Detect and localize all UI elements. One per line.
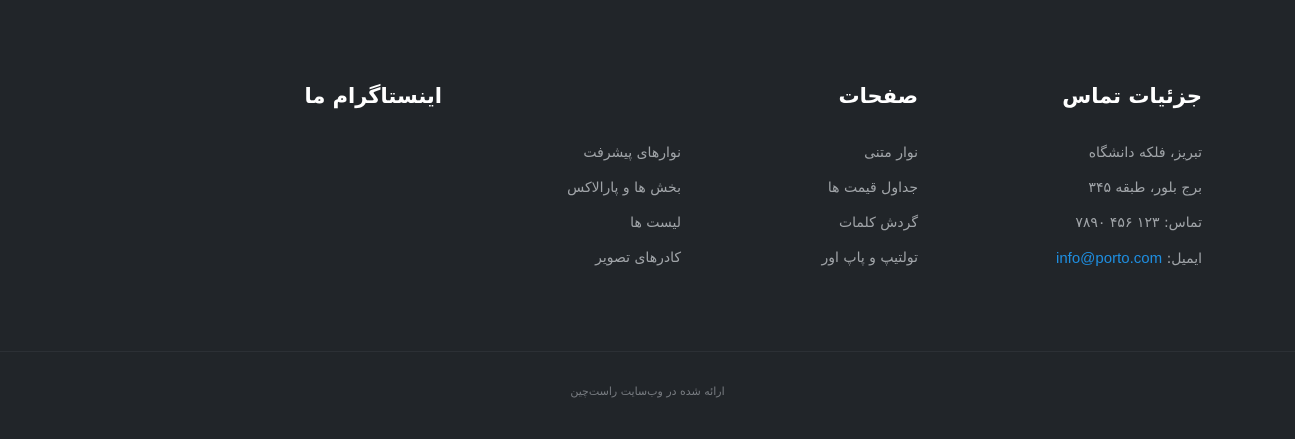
address-line-1: تبریز، فلکه دانشگاه	[1088, 145, 1202, 161]
list-item: نوار متنی	[718, 136, 918, 171]
page-link[interactable]: جداول قیمت ها	[828, 180, 918, 196]
pages-section-2: نوارهای پیشرفت بخش ها و پارالاکس لیست ها…	[481, 136, 681, 276]
list-item: جداول قیمت ها	[718, 171, 918, 206]
instagram-section: اینستاگرام ما	[222, 78, 442, 114]
contact-list: تبریز، فلکه دانشگاه برج بلور، طبقه ۳۴۵ ت…	[982, 136, 1202, 276]
contact-section: جزئیات تماس تبریز، فلکه دانشگاه برج بلور…	[982, 78, 1202, 276]
pages-list-1: نوار متنی جداول قیمت ها گردش کلمات تولتی…	[718, 136, 918, 276]
page-link[interactable]: گردش کلمات	[839, 215, 918, 231]
list-item: کادرهای تصویر	[481, 241, 681, 276]
page-link[interactable]: نوار متنی	[864, 145, 918, 161]
copyright-text: ارائه شده در وب‌سایت راست‌چین	[570, 385, 725, 398]
contact-title: جزئیات تماس	[1062, 84, 1202, 108]
page-link[interactable]: لیست ها	[630, 215, 681, 231]
site-footer: جزئیات تماس تبریز، فلکه دانشگاه برج بلور…	[0, 0, 1295, 439]
instagram-title: اینستاگرام ما	[304, 84, 442, 108]
page-link[interactable]: نوارهای پیشرفت	[583, 145, 681, 161]
list-item: لیست ها	[481, 206, 681, 241]
footer-divider	[0, 351, 1295, 352]
pages-section: صفحات نوار متنی جداول قیمت ها گردش کلمات…	[718, 78, 918, 276]
email-label: ایمیل:	[1166, 251, 1202, 267]
phone-label: تماس:	[1163, 215, 1202, 231]
list-item: گردش کلمات	[718, 206, 918, 241]
phone-number: ۱۲۳ ۴۵۶ ۷۸۹۰	[1075, 215, 1160, 231]
list-item: نوارهای پیشرفت	[481, 136, 681, 171]
page-link[interactable]: کادرهای تصویر	[595, 250, 681, 266]
pages-list-2: نوارهای پیشرفت بخش ها و پارالاکس لیست ها…	[481, 136, 681, 276]
list-item: تولتیپ و پاپ اور	[718, 241, 918, 276]
phone-item: تماس: ۱۲۳ ۴۵۶ ۷۸۹۰	[982, 206, 1202, 241]
page-link[interactable]: بخش ها و پارالاکس	[567, 180, 681, 196]
pages-title: صفحات	[838, 84, 918, 108]
email-link[interactable]: info@porto.com	[1056, 250, 1162, 267]
address-line-2: برج بلور، طبقه ۳۴۵	[1088, 180, 1202, 196]
list-item: بخش ها و پارالاکس	[481, 171, 681, 206]
page-link[interactable]: تولتیپ و پاپ اور	[822, 250, 918, 266]
email-item: ایمیل: info@porto.com	[982, 241, 1202, 276]
